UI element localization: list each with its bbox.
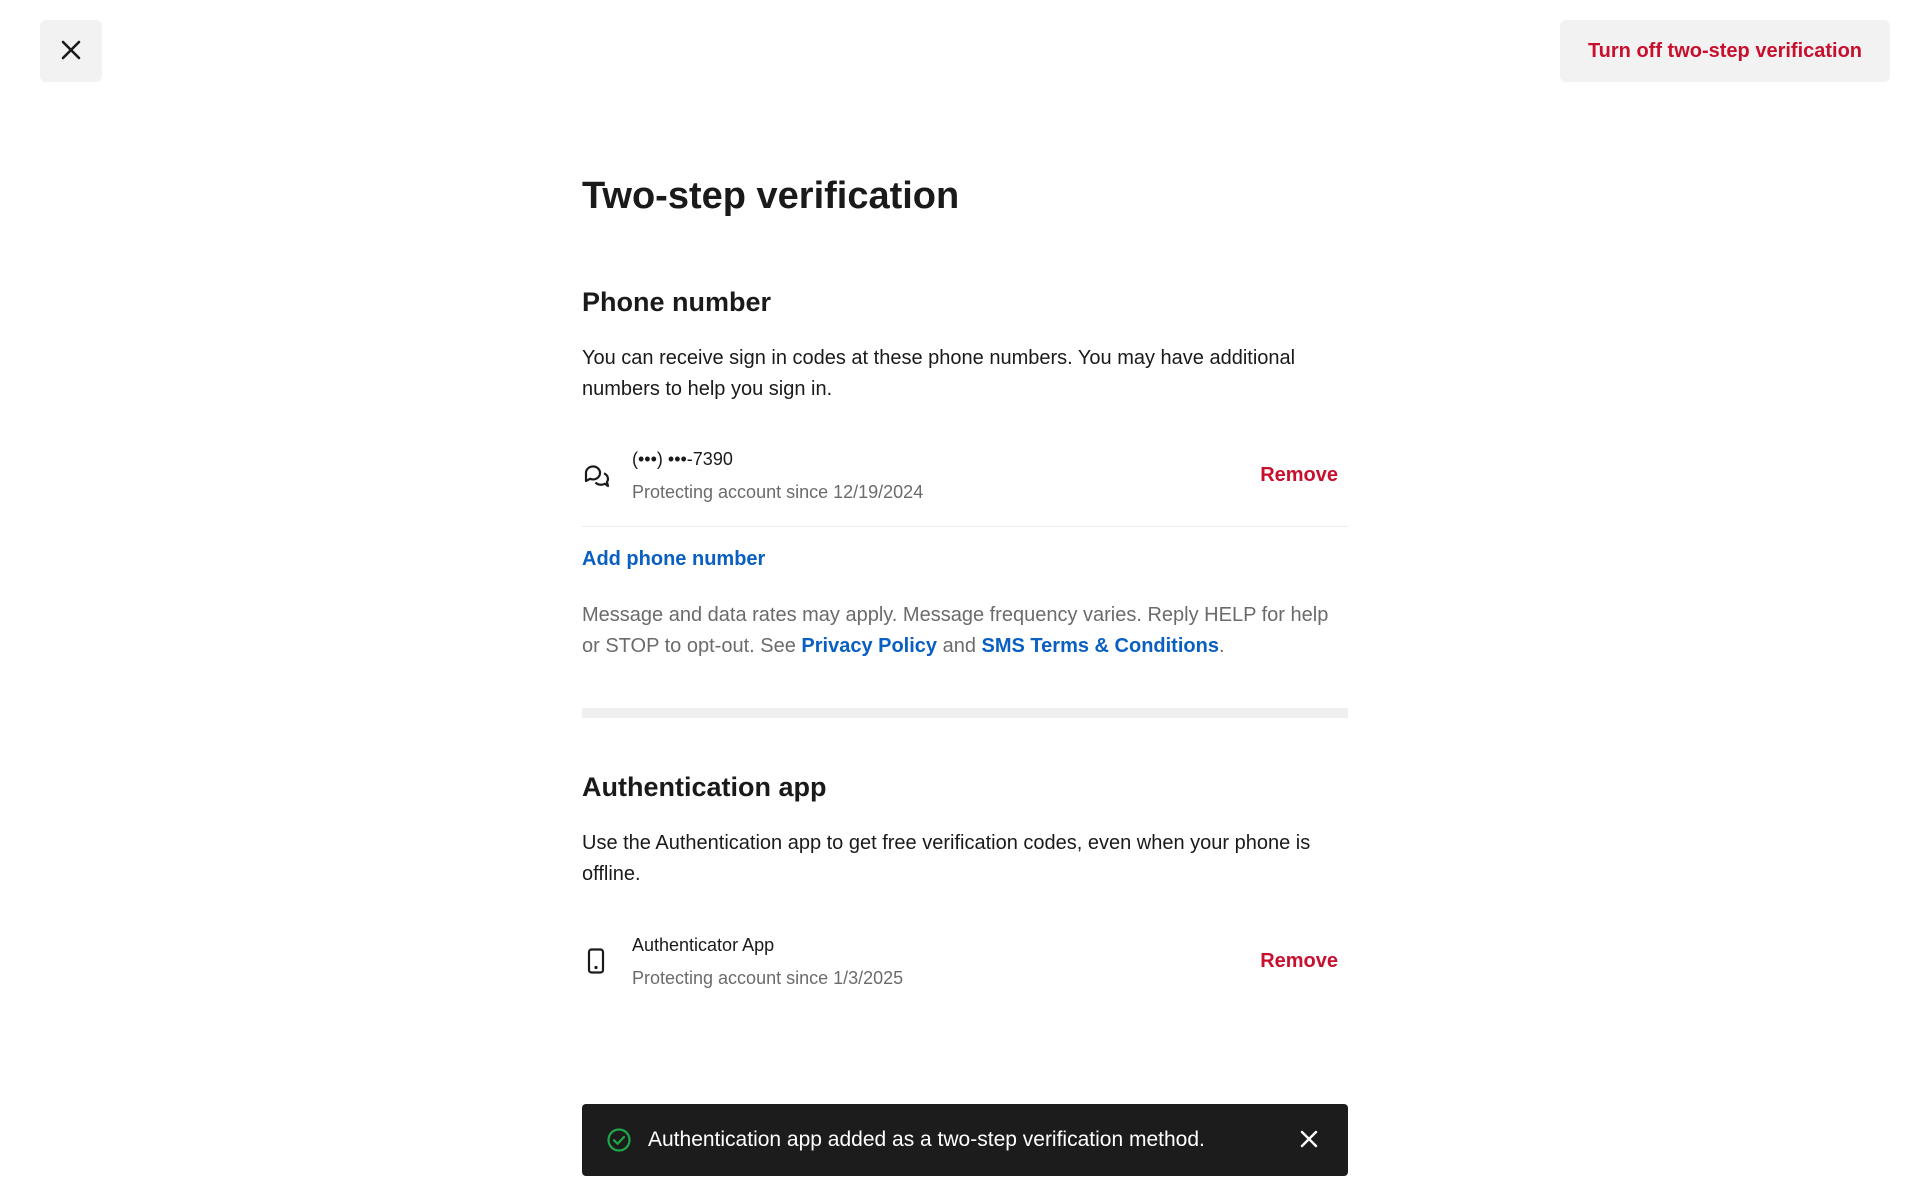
phone-section-title: Phone number [582, 287, 772, 317]
two-step-verification-page: Turn off two-step verification Two-step … [0, 0, 1920, 1200]
phone-section-description: You can receive sign in codes at these p… [582, 347, 1296, 400]
close-button[interactable] [40, 20, 102, 82]
phone-protecting-since: Protecting account since 12/19/2024 [632, 482, 924, 502]
legal-text-after: . [1218, 635, 1225, 657]
success-toast: Authentication app added as a two-step v… [582, 1104, 1348, 1176]
authenticator-app-name: Authenticator App [632, 934, 775, 955]
page-title: Two-step verification [582, 175, 960, 217]
remove-authenticator-button[interactable]: Remove [1260, 950, 1338, 973]
turn-off-two-step-button[interactable]: Turn off two-step verification [1560, 20, 1890, 82]
chat-bubbles-icon [582, 462, 610, 490]
remove-phone-button[interactable]: Remove [1260, 464, 1338, 487]
auth-section-description: Use the Authentication app to get free v… [582, 832, 1311, 885]
add-phone-number-link[interactable]: Add phone number [582, 544, 765, 574]
close-icon [1299, 1129, 1319, 1152]
check-circle-icon [606, 1127, 632, 1153]
main-content: Two-step verification Phone number You c… [582, 160, 1348, 1012]
toast-close-button[interactable] [1294, 1125, 1324, 1155]
privacy-policy-link[interactable]: Privacy Policy [801, 635, 937, 657]
close-icon [60, 39, 82, 64]
phone-method-row: (•••) •••-7390 Protecting account since … [582, 425, 1348, 527]
phone-number-section: Phone number You can receive sign in cod… [582, 281, 1348, 662]
auth-protecting-since: Protecting account since 1/3/2025 [632, 967, 904, 988]
sms-legal-text: Message and data rates may apply. Messag… [582, 600, 1348, 662]
auth-method-row: Authenticator App Protecting account sin… [582, 910, 1348, 1012]
toast-message: Authentication app added as a two-step v… [648, 1128, 1205, 1151]
phone-method-text: (•••) •••-7390 Protecting account since … [632, 447, 1260, 504]
legal-text-middle: and [937, 635, 982, 657]
phone-number-value: (•••) •••-7390 [632, 449, 733, 469]
auth-method-text: Authenticator App Protecting account sin… [632, 933, 1260, 990]
auth-section-title: Authentication app [582, 772, 827, 802]
smartphone-icon [582, 947, 610, 975]
authentication-app-section: Authentication app Use the Authenticatio… [582, 766, 1348, 1012]
sms-terms-link[interactable]: SMS Terms & Conditions [982, 635, 1219, 657]
section-divider [582, 708, 1348, 718]
